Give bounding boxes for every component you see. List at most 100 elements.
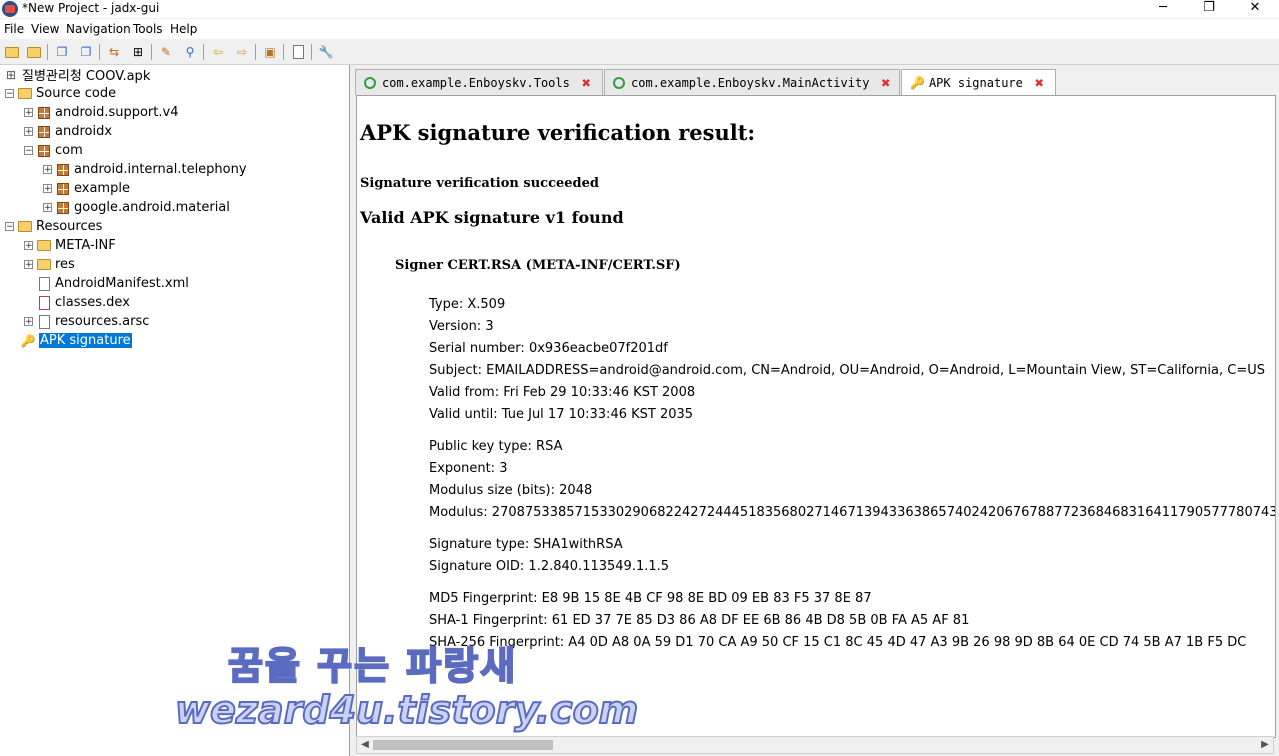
expand-icon[interactable]: + [24, 260, 33, 270]
tree-apk-signature-label: APK signature [39, 333, 132, 348]
tree-package-label: com [55, 143, 83, 158]
expand-icon[interactable]: + [43, 184, 52, 194]
menu-tools[interactable]: Tools [133, 22, 163, 36]
add-files-icon[interactable] [25, 43, 43, 61]
source-folder-icon [17, 86, 33, 102]
tree-resources-label: Resources [36, 219, 103, 234]
toolbar-separator [283, 44, 284, 60]
sync-icon[interactable]: ⇆ [105, 43, 123, 61]
menu-file[interactable]: File [4, 22, 24, 36]
log-icon[interactable] [289, 43, 307, 61]
scroll-left-icon[interactable]: ◀ [358, 738, 372, 752]
tree-root-apk[interactable]: ⊞ 질병관리청 COOV.apk [3, 65, 150, 85]
arsc-file-icon [36, 314, 52, 330]
cert-subject: Subject: EMAILADDRESS=android@android.co… [429, 363, 1265, 378]
scroll-thumb[interactable] [373, 740, 553, 750]
tree-resource-item[interactable]: + META-INF [24, 236, 116, 255]
folder-icon [36, 238, 52, 254]
tree-resource-item[interactable]: + resources.arsc [24, 312, 149, 331]
tree-package[interactable]: + google.android.material [43, 198, 230, 217]
toolbar-separator [47, 44, 48, 60]
key-icon: 🔑 [20, 333, 36, 348]
tree-resource-label: classes.dex [55, 295, 130, 310]
search-text-icon[interactable]: ✎ [157, 43, 175, 61]
copy-icon[interactable]: ❐ [53, 43, 71, 61]
tab-tools[interactable]: com.example.Enboyskv.Tools ✖ [355, 69, 603, 95]
toolbar-separator [311, 44, 312, 60]
close-tab-icon[interactable]: ✖ [1035, 74, 1044, 92]
toolbar-separator [255, 44, 256, 60]
menu-help[interactable]: Help [170, 22, 197, 36]
tree-resource-label: META-INF [55, 238, 116, 253]
expand-icon[interactable]: + [24, 241, 33, 251]
tab-label: APK signature [928, 75, 1023, 90]
pubkey-type: Public key type: RSA [429, 439, 563, 454]
expand-icon[interactable]: + [24, 317, 33, 327]
tab-label: com.example.Enboyskv.MainActivity [631, 75, 870, 90]
minimize-button[interactable]: ─ [1140, 0, 1186, 18]
tree-source-code-label: Source code [36, 86, 117, 101]
collapse-icon[interactable]: − [5, 222, 14, 232]
cert-valid-from: Valid from: Fri Feb 29 10:33:46 KST 2008 [429, 385, 696, 400]
cert-type: Type: X.509 [429, 297, 506, 312]
collapse-icon[interactable]: − [5, 89, 14, 99]
tree-resource-label: AndroidManifest.xml [55, 276, 189, 291]
signature-type: Signature type: SHA1withRSA [429, 537, 623, 552]
tree-package-label: android.internal.telephony [74, 162, 247, 177]
tree-resource-label: res [55, 257, 75, 272]
tree-package-label: example [74, 181, 130, 196]
tree-resource-item[interactable]: + res [24, 255, 75, 274]
tree-package[interactable]: − com [24, 141, 83, 160]
tree-package[interactable]: + example [43, 179, 130, 198]
tree-package[interactable]: + android.internal.telephony [43, 160, 247, 179]
tree-package[interactable]: + android.support.v4 [24, 103, 178, 122]
tree-package[interactable]: + androidx [24, 122, 112, 141]
tree-source-code[interactable]: − Source code [5, 84, 116, 103]
close-window-button[interactable]: ✕ [1232, 0, 1278, 18]
valid-signature-heading: Valid APK signature v1 found [360, 208, 624, 227]
forward-icon[interactable]: ⇨ [233, 43, 251, 61]
apk-icon: ⊞ [5, 67, 17, 82]
tree-package-label: google.android.material [74, 200, 230, 215]
tree-resource-item[interactable]: classes.dex [36, 293, 130, 312]
save-all-icon[interactable]: ❐ [77, 43, 95, 61]
toolbar-separator [151, 44, 152, 60]
folder-icon [36, 257, 52, 273]
tree-package-label: androidx [55, 124, 113, 139]
close-tab-icon[interactable]: ✖ [582, 74, 591, 92]
expand-icon[interactable]: + [43, 165, 52, 175]
preferences-icon[interactable]: 🔧 [317, 43, 335, 61]
cert-valid-until: Valid until: Tue Jul 17 10:33:46 KST 203… [429, 407, 694, 422]
deobfuscation-icon[interactable]: ▣ [261, 43, 279, 61]
flatten-icon[interactable]: ⊞ [129, 43, 147, 61]
scroll-right-icon[interactable]: ▶ [1258, 738, 1272, 752]
sha256-fingerprint: SHA-256 Fingerprint: A4 0D A8 0A 59 D1 7… [429, 635, 1247, 650]
sha1-fingerprint: SHA-1 Fingerprint: 61 ED 37 7E 85 D3 86 … [429, 613, 970, 628]
tree-resources[interactable]: − Resources [5, 217, 102, 236]
back-icon[interactable]: ⇦ [209, 43, 227, 61]
menu-view[interactable]: View [31, 22, 59, 36]
open-project-icon[interactable] [3, 43, 21, 61]
expand-icon[interactable]: + [24, 127, 33, 137]
verification-status: Signature verification succeeded [360, 176, 599, 191]
close-tab-icon[interactable]: ✖ [881, 74, 890, 92]
md5-fingerprint: MD5 Fingerprint: E8 9B 15 8E 4B CF 98 8E… [429, 591, 872, 606]
tab-mainactivity[interactable]: com.example.Enboyskv.MainActivity ✖ [604, 69, 900, 95]
key-icon: 🔑 [910, 75, 925, 90]
resources-folder-icon [17, 219, 33, 235]
maximize-button[interactable]: ❐ [1186, 0, 1232, 18]
tree-resource-item[interactable]: AndroidManifest.xml [36, 274, 189, 293]
package-icon [36, 105, 52, 121]
modulus: Modulus: 2708753385715330290682242724445… [429, 505, 1275, 520]
tree-apk-signature[interactable]: 🔑 APK signature [20, 331, 132, 350]
class-icon [613, 76, 625, 89]
collapse-icon[interactable]: − [24, 146, 33, 156]
page-title: APK signature verification result: [360, 120, 756, 145]
menu-navigation[interactable]: Navigation [66, 22, 131, 36]
search-class-icon[interactable]: ⚲ [181, 43, 199, 61]
expand-icon[interactable]: + [43, 203, 52, 213]
jadx-app-icon [2, 1, 18, 17]
expand-icon[interactable]: + [24, 108, 33, 118]
horizontal-scrollbar[interactable]: ◀ ▶ [356, 736, 1274, 754]
tab-apk-signature[interactable]: 🔑 APK signature ✖ [901, 69, 1056, 95]
